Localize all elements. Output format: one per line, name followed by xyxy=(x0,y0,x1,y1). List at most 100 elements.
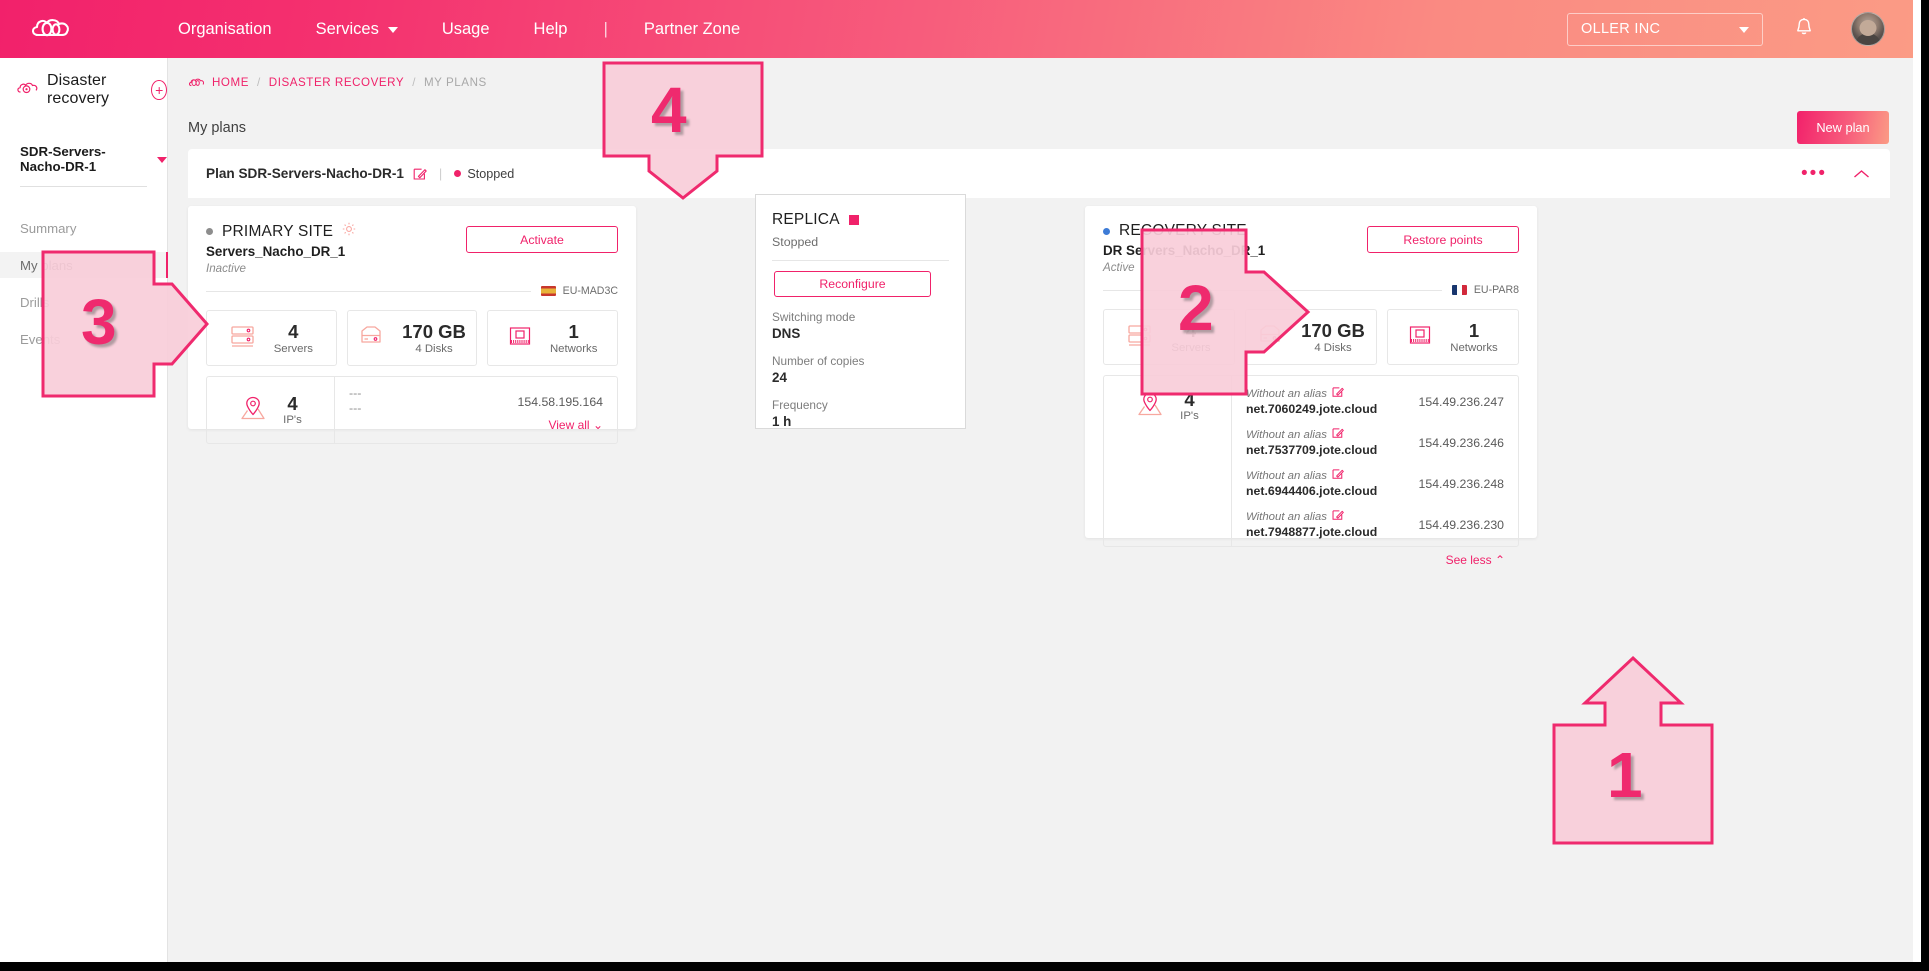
add-plan-button[interactable]: + xyxy=(151,80,167,100)
primary-site-title-row: PRIMARY SITE xyxy=(206,222,356,241)
replica-title: REPLICA xyxy=(772,211,840,228)
view-all-link[interactable]: View all ⌄ xyxy=(349,418,603,432)
nav-label: Services xyxy=(315,19,379,38)
breadcrumb-separator: / xyxy=(412,76,416,89)
ip-count-label: IP's xyxy=(283,414,302,426)
plan-name: Plan SDR-Servers-Nacho-DR-1 xyxy=(206,166,404,181)
chevron-up-icon[interactable] xyxy=(1853,169,1870,179)
nav-item-services[interactable]: Services xyxy=(294,20,420,39)
chevron-down-icon xyxy=(1739,27,1749,33)
notification-bell-icon[interactable] xyxy=(1795,17,1813,42)
reconfigure-button[interactable]: Reconfigure xyxy=(774,271,931,297)
sidebar-item-label: Drills xyxy=(20,294,50,310)
user-avatar[interactable] xyxy=(1851,12,1885,46)
server-stack-icon xyxy=(230,324,256,353)
primary-ip-address: 154.58.195.164 xyxy=(517,395,603,409)
stat-label: 4 Disks xyxy=(1314,341,1352,354)
stat-networks: 1 Networks xyxy=(1387,309,1519,365)
stat-networks: 1 Networks xyxy=(487,310,619,366)
edit-pencil-icon[interactable] xyxy=(1332,509,1344,524)
plan-actions: ••• xyxy=(1801,164,1870,183)
nav-label: Partner Zone xyxy=(643,19,741,38)
recovery-site-region: EU-PAR8 xyxy=(1442,284,1519,296)
stat-label: Servers xyxy=(1171,341,1211,354)
sidebar-item-my-plans[interactable]: My plans xyxy=(0,252,168,278)
recovery-ip-address: 154.49.236.246 xyxy=(1418,436,1504,450)
organisation-selector-value: OLLER INC xyxy=(1581,21,1661,37)
disaster-recovery-cloud-icon xyxy=(16,80,38,101)
edit-pencil-icon[interactable] xyxy=(1332,468,1344,483)
see-less-link[interactable]: See less ⌃ xyxy=(1103,547,1519,567)
sidebar-item-summary[interactable]: Summary xyxy=(0,215,167,241)
more-dots-icon[interactable]: ••• xyxy=(1801,164,1827,183)
nav-item-usage[interactable]: Usage xyxy=(420,20,512,39)
chevron-down-icon xyxy=(157,157,167,163)
new-plan-button[interactable]: New plan xyxy=(1797,111,1889,144)
recovery-ip-alias: Without an alias xyxy=(1246,387,1327,400)
ip-count-label: IP's xyxy=(1180,410,1199,422)
recovery-ip-fqdn: net.7060249.jote.cloud xyxy=(1246,402,1378,416)
nav-label: Usage xyxy=(441,19,490,38)
location-pin-icon xyxy=(1136,390,1164,423)
sidebar-divider xyxy=(20,186,147,187)
stat-servers-text: 4 Servers xyxy=(1171,319,1211,354)
sidebar-item-events[interactable]: Events xyxy=(0,326,167,352)
stat-networks-text: 1 Networks xyxy=(550,321,597,355)
see-less-label: See less xyxy=(1445,553,1492,567)
stat-servers-text: 4 Servers xyxy=(274,321,313,355)
breadcrumb-item-disaster-recovery[interactable]: DISASTER RECOVERY xyxy=(269,76,404,89)
stat-disks-text: 170 GB 4 Disks xyxy=(1301,320,1365,354)
primary-ip-host: --- --- xyxy=(349,386,518,416)
gear-icon[interactable] xyxy=(342,222,356,241)
stat-networks-text: 1 Networks xyxy=(1450,320,1498,354)
recovery-ip-address: 154.49.236.247 xyxy=(1418,395,1504,409)
replica-field-label: Number of copies xyxy=(772,354,865,368)
recovery-site-stats: 4 Servers 170 GB 4 Disks 1 Networks xyxy=(1103,309,1519,365)
sidebar-title: Disaster recovery xyxy=(47,72,110,107)
nav-label: Organisation xyxy=(178,19,272,38)
plan-selector-value: SDR-Servers-Nacho-DR-1 xyxy=(20,144,106,174)
stat-disks-text: 170 GB 4 Disks xyxy=(402,321,466,355)
main-content: HOME / DISASTER RECOVERY / MY PLANS My p… xyxy=(168,58,1913,962)
recovery-ip-alias: Without an alias xyxy=(1246,469,1327,482)
edit-pencil-icon[interactable] xyxy=(1332,386,1344,401)
recovery-site-header: RECOVERY SITE DR Servers_Nacho_DR_1 Acti… xyxy=(1103,222,1519,274)
cloud-logo-icon[interactable] xyxy=(28,14,78,44)
primary-site-ip-box: 4 IP's --- --- 154.58.195.164 View all ⌄ xyxy=(206,376,618,444)
nav-item-partner-zone[interactable]: Partner Zone xyxy=(622,20,762,39)
edit-pencil-icon[interactable] xyxy=(1332,427,1344,442)
plan-selector[interactable]: SDR-Servers-Nacho-DR-1 xyxy=(20,144,167,174)
primary-site-status-dot xyxy=(206,228,213,235)
primary-ip-details: --- --- 154.58.195.164 View all ⌄ xyxy=(335,377,617,443)
recovery-ip-address: 154.49.236.230 xyxy=(1418,518,1504,532)
primary-site-region-row: EU-MAD3C xyxy=(206,285,618,297)
sidebar-menu: Summary My plans Drills Events xyxy=(0,215,168,352)
sidebar-item-drills[interactable]: Drills xyxy=(0,289,167,315)
recovery-site-state: Active xyxy=(1103,261,1135,274)
stat-label: Networks xyxy=(1450,341,1498,354)
organisation-selector[interactable]: OLLER INC xyxy=(1567,12,1763,46)
nav-right-group: OLLER INC xyxy=(1567,12,1913,46)
recovery-site-title-row: RECOVERY SITE xyxy=(1103,222,1265,240)
sidebar-item-label: Events xyxy=(20,331,61,347)
recovery-ip-alias: Without an alias xyxy=(1246,428,1327,441)
page-title: My plans xyxy=(188,119,247,136)
recovery-ip-alias: Without an alias xyxy=(1246,510,1327,523)
stat-label: 4 Disks xyxy=(415,342,453,355)
breadcrumb-item-home[interactable]: HOME xyxy=(212,76,249,89)
replica-state: Stopped xyxy=(772,235,819,249)
stat-value: 4 xyxy=(1185,319,1197,341)
list-item: Without an alias net.6944406.jote.cloud xyxy=(1246,468,1504,498)
primary-site-identity: PRIMARY SITE Servers_Nacho_DR_1 Inactive xyxy=(206,222,356,275)
edit-pencil-icon[interactable] xyxy=(413,167,427,181)
recovery-site-region-row: EU-PAR8 xyxy=(1103,284,1519,296)
recovery-site-title: RECOVERY SITE xyxy=(1119,222,1247,239)
restore-points-button[interactable]: Restore points xyxy=(1367,226,1519,253)
cloud-home-icon[interactable] xyxy=(188,77,204,88)
activate-button[interactable]: Activate xyxy=(466,226,618,253)
nav-item-organisation[interactable]: Organisation xyxy=(156,20,294,39)
recovery-ip-address: 154.49.236.248 xyxy=(1418,477,1504,491)
recovery-ip-alias-row: Without an alias xyxy=(1246,468,1419,483)
nav-item-help[interactable]: Help xyxy=(512,20,590,39)
region-label: EU-MAD3C xyxy=(562,285,618,297)
